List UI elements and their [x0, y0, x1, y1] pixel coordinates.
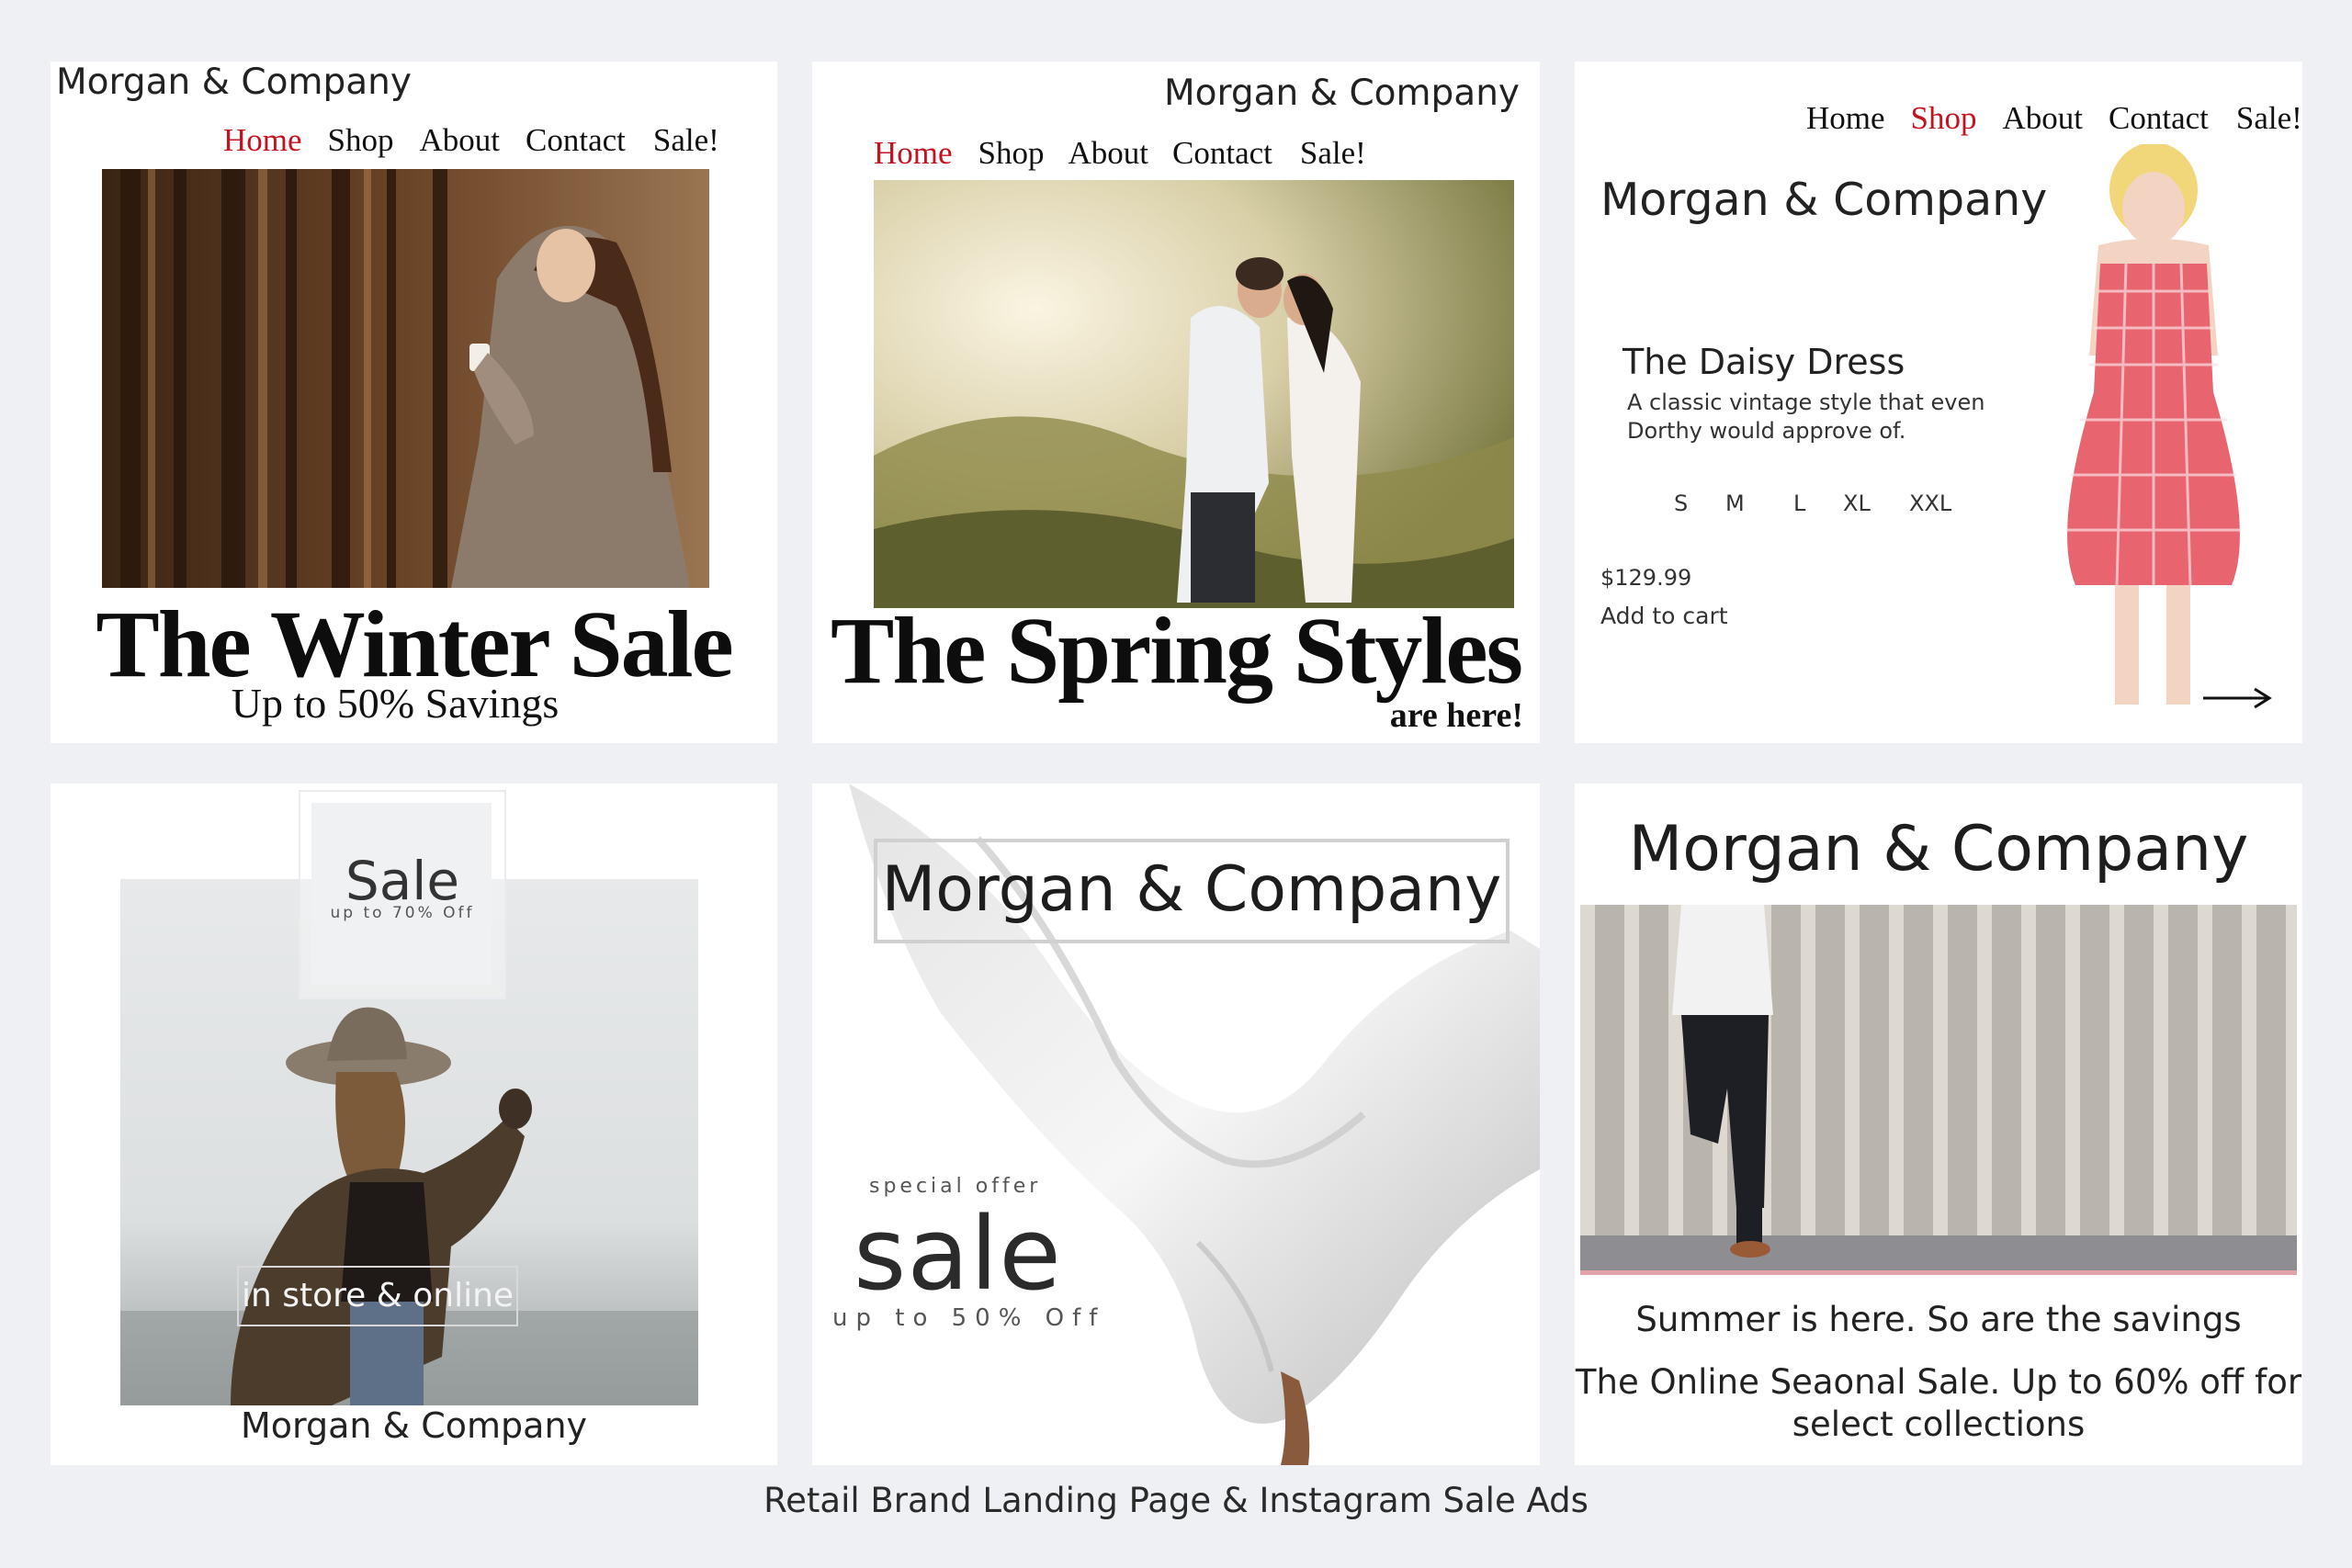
summer-tagline: Summer is here. So are the savings [1635, 1300, 2242, 1339]
main-nav: Home Shop About Contact Sale! [1806, 100, 2302, 137]
product-description-line1: A classic vintage style that even [1627, 389, 1985, 415]
sale-description-line1: The Online Seaonal Sale. Up to 60% off f… [1575, 1362, 2302, 1402]
brand-name: Morgan & Company [1164, 73, 1520, 114]
gallery-caption: Retail Brand Landing Page & Instagram Sa… [763, 1481, 1589, 1520]
product-name: The Daisy Dress [1623, 342, 1905, 382]
product-description-line2: Dorthy would approve of. [1627, 418, 1906, 444]
product-photo [2043, 144, 2264, 723]
summer-sale-card: Morgan & Company Summer is here. So are … [1575, 784, 2302, 1465]
size-option-l[interactable]: L [1793, 491, 1805, 516]
hero-photo [1580, 905, 2297, 1275]
nav-shop[interactable]: Shop [978, 135, 1045, 172]
nav-sale[interactable]: Sale! [1300, 135, 1366, 172]
headline: The Spring Styles [831, 598, 1523, 704]
main-nav: Home Shop About Contact Sale! [874, 135, 1366, 172]
brand-name: Morgan & Company [1600, 174, 2048, 226]
nav-shop[interactable]: Shop [1911, 100, 1977, 137]
nav-about[interactable]: About [2003, 100, 2084, 137]
nav-shop[interactable]: Shop [328, 122, 394, 159]
size-option-s[interactable]: S [1674, 491, 1688, 516]
size-option-xxl[interactable]: XXL [1909, 491, 1951, 516]
brand-name: Morgan & Company [56, 62, 412, 103]
size-option-xl[interactable]: XL [1843, 491, 1871, 516]
spring-styles-card: Morgan & Company Home Shop About Contact… [812, 62, 1540, 743]
nav-contact[interactable]: Contact [1172, 135, 1272, 172]
sale-title: Sale [345, 850, 460, 912]
brand-name: Morgan & Company [240, 1405, 588, 1446]
subhead: are here! [1389, 696, 1523, 735]
sale-description-line2: select collections [1792, 1404, 2086, 1444]
nav-contact[interactable]: Contact [2109, 100, 2209, 137]
brand-name: Morgan & Company [1628, 813, 2249, 886]
arrow-right-icon[interactable] [2203, 686, 2273, 715]
nav-about[interactable]: About [420, 122, 501, 159]
nav-sale[interactable]: Sale! [2236, 100, 2302, 137]
nav-about[interactable]: About [1069, 135, 1149, 172]
winter-sale-card: Morgan & Company Home Shop About Contact… [51, 62, 777, 743]
channel-tag: in store & online [237, 1266, 518, 1326]
sale-in-store-card: Sale up to 70% Off in store & online Mor… [51, 784, 777, 1465]
nav-home[interactable]: Home [1806, 100, 1885, 137]
sale-word: sale [854, 1195, 1062, 1313]
size-option-m[interactable]: M [1725, 491, 1745, 516]
subhead: Up to 50% Savings [231, 680, 560, 727]
nav-home[interactable]: Home [874, 135, 953, 172]
hero-photo [102, 169, 709, 588]
nav-contact[interactable]: Contact [526, 122, 626, 159]
brand-name: Morgan & Company [881, 853, 1502, 926]
add-to-cart-button[interactable]: Add to cart [1600, 603, 1728, 629]
sale-subtitle: up to 50% Off [832, 1304, 1106, 1332]
product-card: Home Shop About Contact Sale! Morgan & C… [1575, 62, 2302, 743]
hero-photo [874, 180, 1514, 608]
nav-home[interactable]: Home [223, 122, 302, 159]
nav-sale[interactable]: Sale! [653, 122, 719, 159]
main-nav: Home Shop About Contact Sale! [223, 122, 719, 159]
special-offer-card: Morgan & Company special offer sale up t… [812, 784, 1540, 1465]
product-price: $129.99 [1600, 565, 1692, 591]
sale-subtitle: up to 70% Off [330, 904, 475, 922]
